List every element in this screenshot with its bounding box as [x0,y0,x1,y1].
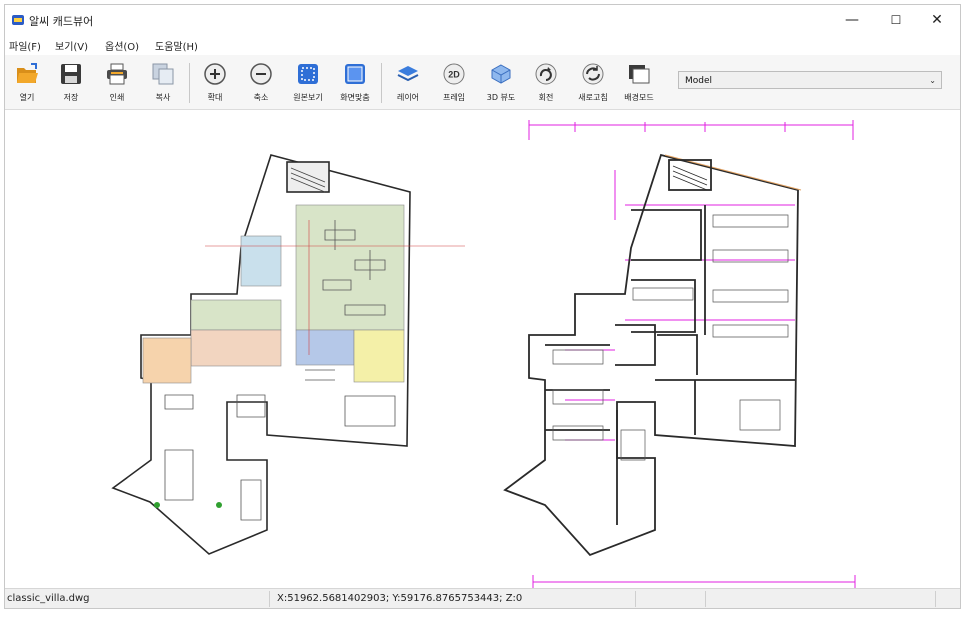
chevron-down-icon: ⌄ [929,76,936,85]
layer-label: 레이어 [396,93,420,102]
save-label: 저장 [63,93,79,102]
model-select-value: Model [685,76,713,86]
layers-icon [397,66,419,82]
open-label: 열기 [19,93,35,102]
zoom-in-icon [204,63,226,85]
3d-view-button[interactable]: 3D 뷰도 [481,59,521,107]
refresh-label: 새로고침 [578,93,608,102]
save-disk-icon [61,64,81,84]
3d-view-label: 3D 뷰도 [486,93,516,102]
refresh-button[interactable]: 새로고침 [573,59,613,107]
status-coordinates: X:51962.5681402903; Y:59176.8765753443; … [277,593,523,604]
toolbar-separator [381,63,382,103]
model-select[interactable]: Model ⌄ [678,71,942,89]
window-title: 알씨 캐드뷰어 [29,15,94,28]
background-mode-label: 배경모드 [624,93,654,102]
zoom-in-button[interactable]: 확대 [195,59,235,107]
original-size-icon [298,64,318,84]
layer-button[interactable]: 레이어 [388,59,428,107]
app-window: 알씨 캐드뷰어 — ☐ ✕ 파일(F) 보기(V) 옵션(O) 도움말(H) 열… [4,4,961,609]
status-filename: classic_villa.dwg [7,593,90,604]
cad-drawing[interactable] [5,110,960,588]
status-bar: classic_villa.dwg X:51962.5681402903; Y:… [5,588,960,608]
background-mode-button[interactable]: 배경모드 [619,59,659,107]
status-divider [269,591,270,607]
status-divider [705,591,706,607]
status-divider [635,591,636,607]
minimize-button[interactable]: — [829,5,875,35]
zoom-out-button[interactable]: 축소 [241,59,281,107]
rotate-icon [535,63,557,85]
app-logo-icon [12,15,24,25]
copy-label: 복사 [155,93,171,102]
rotate-label: 회전 [538,93,554,102]
background-mode-icon [629,65,650,84]
menu-view[interactable]: 보기(V) [55,38,88,53]
menu-file[interactable]: 파일(F) [9,38,41,53]
open-button[interactable]: 열기 [7,59,47,107]
fit-screen-button[interactable]: 화면맞춤 [335,59,375,107]
zoom-in-label: 확대 [207,93,223,102]
original-size-button[interactable]: 원본보기 [288,59,328,107]
print-button[interactable]: 인쇄 [97,59,137,107]
zoom-out-icon [250,63,272,85]
folder-open-icon [17,63,38,83]
menu-help[interactable]: 도움말(H) [155,38,198,53]
fit-screen-icon [345,64,365,84]
frame-2d-text: 2D [448,70,460,80]
save-button[interactable]: 저장 [51,59,91,107]
menu-options[interactable]: 옵션(O) [105,38,139,53]
original-size-label: 원본보기 [293,93,323,102]
menu-bar: 파일(F) 보기(V) 옵션(O) 도움말(H) [5,35,960,55]
fit-screen-label: 화면맞춤 [340,93,370,102]
copy-icon [152,63,174,85]
drawing-canvas[interactable] [5,110,960,588]
title-bar[interactable]: 알씨 캐드뷰어 — ☐ ✕ [5,5,960,35]
rotate-button[interactable]: 회전 [526,59,566,107]
printer-icon [107,63,127,85]
close-button[interactable]: ✕ [914,5,960,35]
right-plan-furniture [552,214,789,461]
maximize-button[interactable]: ☐ [873,5,919,35]
copy-button[interactable]: 복사 [143,59,183,107]
toolbar-separator [189,63,190,103]
frame-2d-icon: 2D [443,63,465,85]
refresh-icon [582,63,604,85]
status-divider [935,591,936,607]
3d-cube-icon [491,64,511,84]
frame-label: 프레임 [442,93,466,102]
zoom-out-label: 축소 [253,93,269,102]
frame-2d-button[interactable]: 2D 프레임 [434,59,474,107]
print-label: 인쇄 [109,93,125,102]
